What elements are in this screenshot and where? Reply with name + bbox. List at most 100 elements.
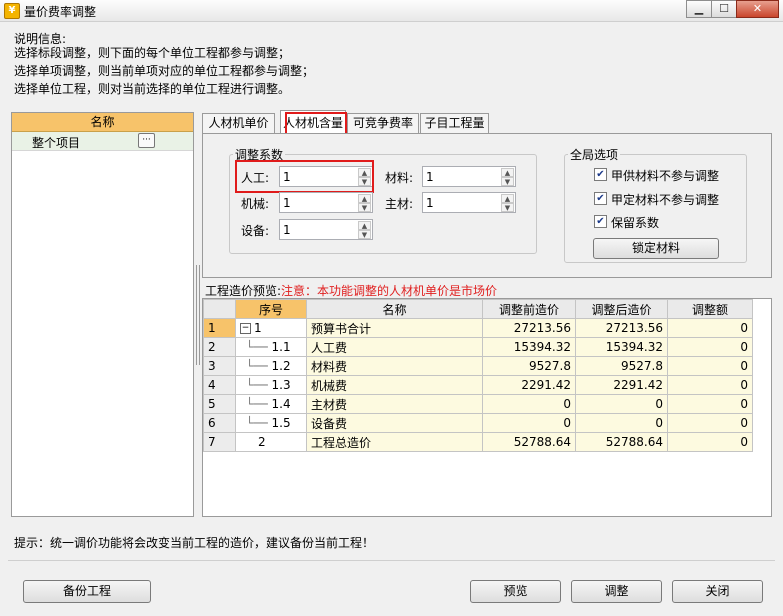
info-line-2: 选择单项调整，则当前单项对应的单位工程都参与调整； <box>14 64 315 78</box>
spin-down-icon[interactable]: ▼ <box>358 203 371 212</box>
name-cell: 机械费 <box>306 375 483 395</box>
machine-spinner[interactable]: 1 ▲ ▼ <box>279 192 373 213</box>
window-title: 量价费率调整 <box>24 5 97 19</box>
seq-value: 1.1 <box>271 340 291 354</box>
main-material-label: 主材: <box>385 197 414 211</box>
col-header-diff[interactable]: 调整额 <box>667 299 753 319</box>
diff-cell: 0 <box>667 337 753 357</box>
row-number: 3 <box>203 356 236 376</box>
before-cell: 9527.8 <box>482 356 576 376</box>
main-material-value: 1 <box>426 196 434 210</box>
tree-item-whole-project[interactable]: 整个项目 ··· <box>12 132 193 151</box>
col-header-after[interactable]: 调整后造价 <box>575 299 668 319</box>
table-row[interactable]: 4 └── 1.3 机械费 2291.42 2291.42 0 <box>203 375 753 395</box>
seq-cell: └── 1.1 <box>235 337 307 357</box>
seq-value: 1.5 <box>271 416 291 430</box>
checkbox-supply-material[interactable]: ✔ <box>594 168 607 181</box>
equipment-spinner[interactable]: 1 ▲ ▼ <box>279 219 373 240</box>
seq-cell: └── 1.5 <box>235 413 307 433</box>
table-row[interactable]: 2 └── 1.1 人工费 15394.32 15394.32 0 <box>203 337 753 357</box>
seq-value: 1 <box>254 321 262 335</box>
tree-line-icon: └── <box>246 416 268 430</box>
col-header-before[interactable]: 调整前造价 <box>482 299 576 319</box>
global-options-label: 全局选项 <box>568 146 621 163</box>
adjust-button[interactable]: 调整 <box>571 580 662 603</box>
name-cell: 人工费 <box>306 337 483 357</box>
spin-up-icon[interactable]: ▲ <box>501 194 514 203</box>
table-row[interactable]: 3 └── 1.2 材料费 9527.8 9527.8 0 <box>203 356 753 376</box>
tab-unit-price[interactable]: 人材机单价 <box>202 113 275 133</box>
seq-value: 1.2 <box>271 359 291 373</box>
before-cell: 52788.64 <box>482 432 576 452</box>
table-row[interactable]: 6 └── 1.5 设备费 0 0 0 <box>203 413 753 433</box>
seq-cell: └── 1.4 <box>235 394 307 414</box>
material-spinner[interactable]: 1 ▲ ▼ <box>422 166 516 187</box>
diff-cell: 0 <box>667 394 753 414</box>
tab-quantity[interactable]: 子目工程量 <box>420 113 489 133</box>
after-cell: 52788.64 <box>575 432 668 452</box>
before-cell: 15394.32 <box>482 337 576 357</box>
close-button[interactable]: 关闭 <box>672 580 763 603</box>
tab-competitive-rate[interactable]: 可竞争费率 <box>347 113 419 133</box>
more-options-button[interactable]: ··· <box>138 133 155 148</box>
after-cell: 2291.42 <box>575 375 668 395</box>
app-icon: ¥ <box>4 3 20 19</box>
col-header-name[interactable]: 名称 <box>306 299 483 319</box>
diff-cell: 0 <box>667 375 753 395</box>
collapse-icon[interactable]: − <box>240 323 251 334</box>
diff-cell: 0 <box>667 318 753 338</box>
minimize-button[interactable]: ▁ <box>686 0 712 18</box>
after-cell: 9527.8 <box>575 356 668 376</box>
seq-cell: └── 1.2 <box>235 356 307 376</box>
spin-up-icon[interactable]: ▲ <box>358 194 371 203</box>
hint-text: 提示：统一调价功能将会改变当前工程的造价，建议备份当前工程！ <box>14 536 375 550</box>
equipment-label: 设备: <box>241 224 270 238</box>
info-line-1: 选择标段调整，则下面的每个单位工程都参与调整； <box>14 46 291 60</box>
spin-down-icon[interactable]: ▼ <box>501 177 514 186</box>
row-number: 4 <box>203 375 236 395</box>
name-cell: 主材费 <box>306 394 483 414</box>
preview-table: 序号 名称 调整前造价 调整后造价 调整额 1 −1 预算书合计 27213.5… <box>203 299 753 452</box>
tree-line-icon: └── <box>246 397 268 411</box>
checkbox-fixed-material[interactable]: ✔ <box>594 192 607 205</box>
tree-line-icon: └── <box>246 359 268 373</box>
machine-label: 机械: <box>241 197 270 211</box>
lock-material-button[interactable]: 锁定材料 <box>593 238 719 259</box>
tree-line-icon: └── <box>246 340 268 354</box>
table-row[interactable]: 1 −1 预算书合计 27213.56 27213.56 0 <box>203 318 753 338</box>
equipment-value: 1 <box>283 223 291 237</box>
row-number: 1 <box>203 318 236 338</box>
seq-value: 1.3 <box>271 378 291 392</box>
spin-up-icon[interactable]: ▲ <box>358 221 371 230</box>
spin-down-icon[interactable]: ▼ <box>358 230 371 239</box>
seq-cell: −1 <box>235 318 307 338</box>
table-row[interactable]: 5 └── 1.4 主材费 0 0 0 <box>203 394 753 414</box>
name-cell: 预算书合计 <box>306 318 483 338</box>
spin-down-icon[interactable]: ▼ <box>501 203 514 212</box>
row-number: 2 <box>203 337 236 357</box>
splitter-handle[interactable] <box>196 265 200 365</box>
name-cell: 材料费 <box>306 356 483 376</box>
material-label: 材料: <box>385 171 414 185</box>
seq-cell: └── 1.3 <box>235 375 307 395</box>
tree-line-icon: └── <box>246 378 268 392</box>
backup-project-button[interactable]: 备份工程 <box>23 580 151 603</box>
project-tree-panel: 名称 整个项目 ··· <box>11 112 194 517</box>
tree-item-label: 整个项目 <box>32 136 81 150</box>
checkbox-keep-coefficient[interactable]: ✔ <box>594 215 607 228</box>
before-cell: 0 <box>482 394 576 414</box>
spin-up-icon[interactable]: ▲ <box>501 168 514 177</box>
material-value: 1 <box>426 170 434 184</box>
close-window-button[interactable]: ✕ <box>736 0 779 18</box>
maximize-button[interactable]: ☐ <box>711 0 737 18</box>
diff-cell: 0 <box>667 356 753 376</box>
table-row[interactable]: 7 2 工程总造价 52788.64 52788.64 0 <box>203 432 753 452</box>
preview-button[interactable]: 预览 <box>470 580 561 603</box>
before-cell: 2291.42 <box>482 375 576 395</box>
corner-cell <box>203 299 236 319</box>
preview-note: 注意：本功能调整的人材机单价是市场价 <box>281 284 498 298</box>
seq-value: 1.4 <box>271 397 291 411</box>
col-header-seq[interactable]: 序号 <box>235 299 307 319</box>
main-material-spinner[interactable]: 1 ▲ ▼ <box>422 192 516 213</box>
before-cell: 27213.56 <box>482 318 576 338</box>
